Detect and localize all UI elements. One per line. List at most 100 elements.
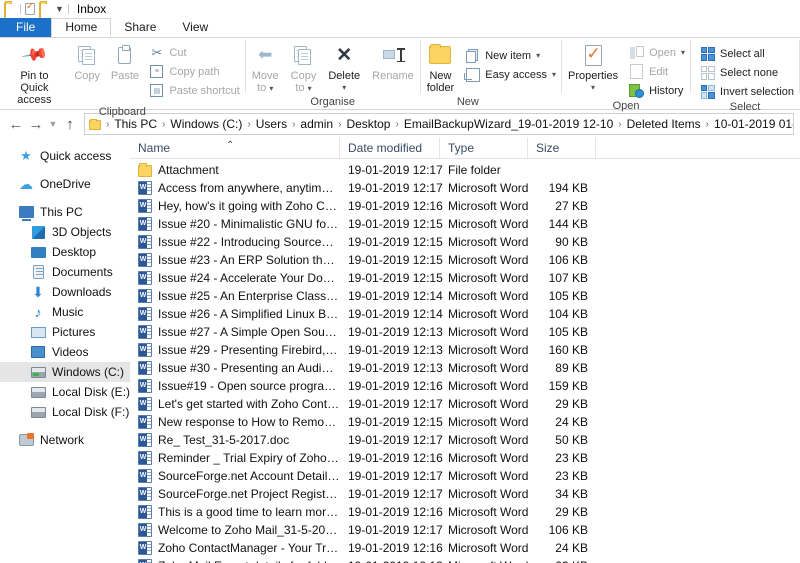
sidebar-item-documents[interactable]: Documents [0, 262, 130, 282]
chevron-right-icon[interactable]: › [336, 119, 343, 130]
table-row[interactable]: SourceForge.net Project Registration_20-… [130, 485, 800, 503]
sidebar-item-local-disk-f[interactable]: Local Disk (F:) [0, 402, 130, 422]
chevron-right-icon[interactable]: › [393, 119, 400, 130]
sidebar-item-network[interactable]: Network [0, 430, 130, 450]
move-to-button[interactable]: ⬅ Move to ▾ [246, 41, 285, 95]
column-header-name[interactable]: Name ⌃ [130, 137, 340, 159]
chevron-down-icon[interactable]: ▾ [342, 82, 346, 94]
breadcrumb-item[interactable]: This PC [111, 117, 160, 131]
table-row[interactable]: Issue #20 - Minimalistic GNU for Window.… [130, 215, 800, 233]
table-row[interactable]: Let's get started with Zoho ContactMana.… [130, 395, 800, 413]
chevron-right-icon[interactable]: › [104, 119, 111, 130]
sidebar-item-music[interactable]: ♪ Music [0, 302, 130, 322]
chevron-down-icon[interactable]: ▾ [681, 48, 685, 57]
sidebar-item-pictures[interactable]: Pictures [0, 322, 130, 342]
table-row[interactable]: SourceForge.net Account Details_ johnjar… [130, 467, 800, 485]
breadcrumb-item[interactable]: Windows (C:) [167, 117, 245, 131]
easy-access-button[interactable]: Easy access ▾ [460, 65, 561, 84]
column-header-size[interactable]: Size [528, 137, 596, 159]
column-header-date-modified[interactable]: Date modified [340, 137, 440, 159]
select-none-button[interactable]: Select none [695, 63, 799, 82]
sidebar-item-quick-access[interactable]: ★ Quick access [0, 146, 130, 166]
size-cell: 107 KB [548, 271, 588, 285]
file-name-label: Welcome to Zoho Mail_31-5-2017.doc [158, 523, 340, 537]
table-row[interactable]: Issue #26 - A Simplified Linux Based OS … [130, 305, 800, 323]
folder-icon[interactable] [4, 2, 16, 18]
copy-button[interactable]: Copy [69, 41, 106, 82]
table-row[interactable]: This is a good time to learn more about … [130, 503, 800, 521]
delete-button[interactable]: ✕ Delete ▾ [322, 41, 366, 94]
edit-button[interactable]: Edit [624, 62, 690, 81]
table-row[interactable]: New response to How to Remove E Aadh... 1… [130, 413, 800, 431]
sidebar-item-this-pc[interactable]: This PC [0, 202, 130, 222]
tab-share[interactable]: Share [111, 18, 169, 37]
table-row[interactable]: Attachment 19-01-2019 12:17 File folder [130, 161, 800, 179]
history-button[interactable]: History [624, 81, 690, 100]
table-row[interactable]: Issue #30 - Presenting an Audio Converte… [130, 359, 800, 377]
new-item-button[interactable]: New item ▾ [460, 46, 561, 65]
open-button[interactable]: Open ▾ [624, 43, 690, 62]
cut-button[interactable]: ✂ Cut [144, 43, 244, 62]
table-row[interactable]: Zoho ContactManager - Your Trial Plan e.… [130, 539, 800, 557]
table-row[interactable]: Issue #29 - Presenting Firebird, a power… [130, 341, 800, 359]
column-header-type[interactable]: Type [440, 137, 528, 159]
table-row[interactable]: Issue #27 - A Simple Open Source Person.… [130, 323, 800, 341]
sidebar-item-videos[interactable]: Videos [0, 342, 130, 362]
table-row[interactable]: Issue #22 - Introducing SourceForge's Ne… [130, 233, 800, 251]
paste-button[interactable]: Paste [105, 41, 144, 82]
copy-to-button[interactable]: Copy to ▾ [285, 41, 323, 95]
paste-shortcut-button[interactable]: ▤ Paste shortcut [144, 81, 244, 100]
properties-button[interactable]: Properties ▾ [562, 41, 624, 94]
new-folder-button[interactable]: New folder [421, 41, 461, 94]
table-row[interactable]: Issue #23 - An ERP Solution that will su… [130, 251, 800, 269]
new-folder-icon[interactable] [39, 2, 51, 18]
invert-selection-button[interactable]: Invert selection [695, 82, 799, 101]
file-name-label: Access from anywhere, anytime!_31-5-20..… [158, 181, 340, 195]
table-row[interactable]: Hey, how's it going with Zoho ContactM..… [130, 197, 800, 215]
tab-view[interactable]: View [169, 18, 221, 37]
tab-file[interactable]: File [0, 18, 52, 37]
sidebar-item-windows-c[interactable]: Windows (C:) [0, 362, 130, 382]
breadcrumb-item[interactable]: 10-01-2019 01-32 [711, 117, 793, 131]
chevron-right-icon[interactable]: › [290, 119, 297, 130]
copy-path-button[interactable]: ≡ Copy path [144, 62, 244, 81]
chevron-down-icon[interactable]: ▾ [552, 70, 556, 79]
properties-icon[interactable] [25, 1, 35, 15]
sidebar-item-desktop[interactable]: Desktop [0, 242, 130, 262]
tab-home[interactable]: Home [51, 18, 112, 37]
table-row[interactable]: Issue #24 - Accelerate Your Downloads _ … [130, 269, 800, 287]
chevron-right-icon[interactable]: › [160, 119, 167, 130]
sidebar-item-3d-objects[interactable]: 3D Objects [0, 222, 130, 242]
table-row[interactable]: Welcome to Zoho Mail_31-5-2017.doc 19-01-… [130, 521, 800, 539]
breadcrumb-item[interactable]: Desktop [343, 117, 393, 131]
chevron-right-icon[interactable]: › [616, 119, 623, 130]
table-row[interactable]: Re_ Test_31-5-2017.doc 19-01-2019 12:17 Mi… [130, 431, 800, 449]
breadcrumb-item[interactable]: Deleted Items [624, 117, 704, 131]
file-list: Name ⌃ Date modified Type Size Attachmen… [130, 137, 800, 563]
pin-to-quick-access-button[interactable]: 📌 Pin to Quick access [0, 41, 69, 106]
sidebar-item-local-disk-e[interactable]: Local Disk (E:) [0, 382, 130, 402]
table-row[interactable]: Reminder _ Trial Expiry of Zoho Contact.… [130, 449, 800, 467]
chevron-down-icon[interactable]: ▾ [591, 82, 595, 94]
chevron-right-icon[interactable]: › [245, 119, 252, 130]
table-row[interactable]: Issue#19 - Open source program for radi.… [130, 377, 800, 395]
size-cell: 29 KB [555, 505, 588, 519]
breadcrumb-item[interactable]: EmailBackupWizard_19-01-2019 12-10 [401, 117, 616, 131]
sidebar-item-onedrive[interactable]: ☁ OneDrive [0, 174, 130, 194]
chevron-down-icon[interactable]: ▼ [55, 3, 64, 15]
chevron-right-icon[interactable]: › [704, 119, 711, 130]
breadcrumb-item[interactable]: admin [297, 117, 336, 131]
easy-access-icon [463, 67, 480, 82]
chevron-down-icon[interactable]: ▾ [536, 51, 540, 60]
divider [67, 4, 69, 14]
table-row[interactable]: Zoho Mail Export details for folder _Inb… [130, 557, 800, 563]
rename-button[interactable]: Rename [366, 41, 420, 82]
breadcrumb-item[interactable]: Users [253, 117, 290, 131]
select-all-button[interactable]: Select all [695, 44, 799, 63]
sidebar-item-downloads[interactable]: ⬇ Downloads [0, 282, 130, 302]
table-row[interactable]: Access from anywhere, anytime!_31-5-20..… [130, 179, 800, 197]
table-row[interactable]: Issue #25 - An Enterprise Class Monitori… [130, 287, 800, 305]
date-modified-cell: 19-01-2019 12:13 [348, 343, 443, 357]
size-cell: 24 KB [555, 541, 588, 555]
sidebar-item-label: Downloads [52, 285, 112, 299]
